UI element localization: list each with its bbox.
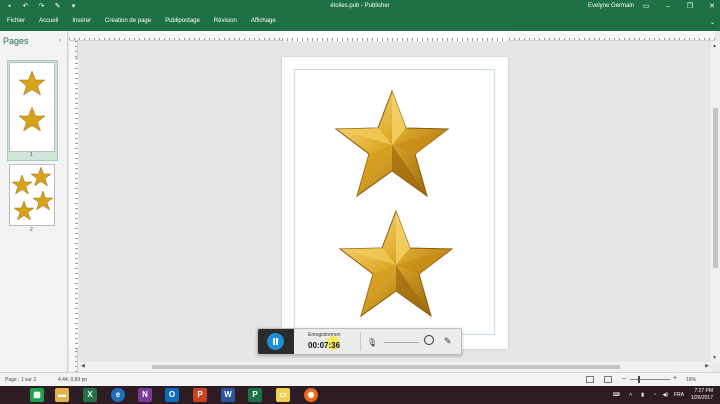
file-explorer-icon[interactable]: ▬ [55, 388, 69, 402]
ribbon-display-icon[interactable]: ▭ [642, 1, 650, 12]
pause-icon[interactable] [267, 333, 284, 350]
tab-creation-de-page[interactable]: Création de page [105, 18, 151, 24]
scroll-down-icon[interactable]: ▼ [712, 355, 717, 361]
gold-star-bottom[interactable] [336, 207, 456, 322]
recording-timer: 00:07:36 [308, 341, 341, 350]
recorder-pause-area [258, 329, 294, 354]
expand-ribbon-icon[interactable]: ⌄ [710, 19, 715, 26]
pages-pane: Pages ‹ 1 2 [0, 31, 68, 372]
user-name[interactable]: Evelyne Germain [588, 3, 634, 9]
tab-inserer[interactable]: Insérer [72, 18, 91, 24]
windows-taskbar: ▦ ▬ X e N O P W P ▭ ◉ ⌨ ˄ ▮ ◔ ◀) FRA 7:2… [0, 386, 720, 404]
tab-accueil[interactable]: Accueil [39, 18, 58, 24]
firefox-icon[interactable]: ◉ [304, 388, 318, 402]
vertical-ruler[interactable] [69, 41, 78, 372]
gold-star-top[interactable] [332, 87, 452, 202]
vertical-scrollbar[interactable]: ▲ ▼ [711, 41, 720, 363]
horizontal-scroll-thumb[interactable] [152, 365, 620, 369]
excel-icon[interactable]: X [83, 388, 97, 402]
page-count[interactable]: Page : 1 sur 2 [5, 377, 36, 383]
thumbnail-stars-1 [18, 70, 46, 132]
ribbon-tabs: Fichier Accueil Insérer Création de page… [7, 18, 290, 24]
word-icon[interactable]: W [221, 388, 235, 402]
powerpoint-icon[interactable]: P [193, 388, 207, 402]
thumbnail-stars-2 [11, 166, 54, 221]
title-bar: ▪ ↶ ↷ ✎ ▾ étoiles.pub - Publisher Evelyn… [0, 0, 720, 14]
maximize-icon[interactable]: ❐ [686, 1, 694, 12]
vertical-ruler-page-area [69, 58, 78, 349]
page-number-1: 1 [30, 152, 33, 158]
scroll-up-icon[interactable]: ▲ [712, 43, 717, 49]
zoom-slider[interactable] [630, 379, 670, 380]
recorder-divider [360, 332, 361, 351]
pen-icon[interactable]: ✎ [444, 336, 452, 347]
tab-revision[interactable]: Révision [214, 18, 237, 24]
clock-time[interactable]: 7:27 PM [694, 388, 713, 394]
onenote-icon[interactable]: N [138, 388, 152, 402]
collapse-pane-icon[interactable]: ‹ [59, 38, 61, 44]
publication-page[interactable] [282, 57, 508, 349]
ribbon: Fichier Accueil Insérer Création de page… [0, 14, 720, 31]
zoom-level[interactable]: 16% [686, 377, 696, 383]
horizontal-ruler-page-area [282, 31, 507, 41]
status-bar: Page : 1 sur 2 4,44, 0,60 po – + 16% [0, 372, 720, 386]
clock-date[interactable]: 1/26/2017 [691, 395, 713, 401]
battery-icon[interactable]: ▮ [641, 392, 644, 398]
volume-slider[interactable] [384, 342, 419, 343]
chevron-up-icon[interactable]: ˄ [629, 392, 632, 398]
tab-publipostage[interactable]: Publipostage [165, 18, 200, 24]
volume-icon[interactable]: ◀) [662, 392, 668, 398]
keyboard-icon[interactable]: ⌨ [613, 392, 620, 398]
page-number-2: 2 [30, 227, 33, 233]
tab-fichier[interactable]: Fichier [7, 18, 25, 24]
window-controls: ▭ – ❐ ✕ [642, 1, 716, 12]
close-icon[interactable]: ✕ [708, 1, 716, 12]
two-page-view-icon[interactable] [604, 376, 612, 383]
horizontal-scrollbar[interactable]: ◀ ▶ [79, 362, 711, 372]
outlook-icon[interactable]: O [165, 388, 179, 402]
wifi-icon[interactable]: ◔ [653, 392, 656, 398]
browser-icon[interactable]: e [111, 388, 125, 402]
page-thumbnail-1[interactable] [9, 62, 55, 152]
windows-start-icon[interactable]: ▦ [30, 388, 44, 402]
document-workspace[interactable] [79, 42, 711, 362]
horizontal-ruler[interactable] [69, 31, 715, 41]
screen-recorder-toolbar: Enregistremen 00:07:36 🎙 ✎ [257, 328, 462, 355]
minimize-icon[interactable]: – [664, 1, 672, 12]
scroll-left-icon[interactable]: ◀ [81, 363, 85, 369]
zoom-in-icon[interactable]: + [673, 375, 677, 382]
scroll-right-icon[interactable]: ▶ [705, 363, 709, 369]
page-thumbnail-2[interactable] [9, 164, 55, 226]
tab-affichage[interactable]: Affichage [251, 18, 276, 24]
zoom-slider-thumb[interactable] [638, 376, 640, 383]
cursor-position: 4,44, 0,60 po [58, 377, 88, 383]
pages-pane-title: Pages [3, 36, 29, 46]
publisher-window: ▪ ↶ ↷ ✎ ▾ étoiles.pub - Publisher Evelyn… [0, 0, 720, 404]
publisher-icon[interactable]: P [248, 388, 262, 402]
webcam-icon[interactable] [424, 335, 434, 345]
zoom-out-icon[interactable]: – [622, 375, 626, 382]
vertical-scroll-thumb[interactable] [713, 108, 718, 268]
sticky-notes-icon[interactable]: ▭ [276, 388, 290, 402]
single-page-view-icon[interactable] [586, 376, 594, 383]
microphone-icon[interactable]: 🎙 [367, 338, 377, 347]
input-language[interactable]: FRA [674, 392, 684, 398]
